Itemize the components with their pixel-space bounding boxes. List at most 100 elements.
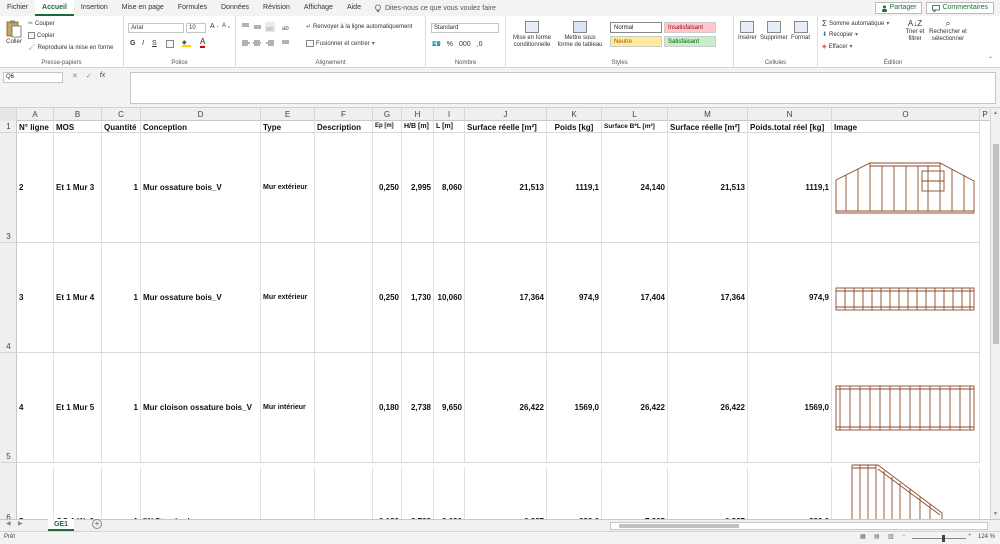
col-header-l[interactable]: L xyxy=(602,108,668,121)
row-header[interactable]: 5 xyxy=(0,353,17,463)
tell-me-box[interactable]: Dites-nous ce que vous voulez faire xyxy=(374,4,496,13)
view-normal-icon[interactable]: ▦ xyxy=(860,533,866,540)
table-cell[interactable]: Et 1 Mur 4 xyxy=(54,243,102,352)
zoom-level[interactable]: 124 % xyxy=(978,534,995,540)
table-cell[interactable]: 7,365 xyxy=(602,467,668,519)
view-layout-icon[interactable]: ▤ xyxy=(874,533,880,540)
header-cell[interactable]: Ep [m] xyxy=(373,121,402,132)
table-cell[interactable]: 0,180 xyxy=(373,353,402,462)
comments-button[interactable]: Commentaires xyxy=(926,2,994,14)
col-header-j[interactable]: J xyxy=(465,108,547,121)
horizontal-scroll-thumb[interactable] xyxy=(619,524,739,528)
table-cell[interactable]: 21,513 xyxy=(465,133,547,242)
sort-filter-button[interactable]: A↓Z Trier et filtrer xyxy=(902,20,928,43)
formula-input[interactable] xyxy=(130,72,996,104)
table-cell[interactable]: 8,060 xyxy=(434,133,465,242)
vertical-scrollbar[interactable]: ▲ ▼ xyxy=(990,108,1000,519)
table-cell[interactable]: 1569,0 xyxy=(547,353,602,462)
header-cell[interactable]: Surface réelle [m²] xyxy=(668,121,748,132)
table-cell[interactable]: 0,250 xyxy=(373,243,402,352)
wrap-text-button[interactable]: ↵ Renvoyer à la ligne automatiquement xyxy=(306,23,412,31)
fx-icon[interactable]: fx xyxy=(100,72,105,80)
table-cell[interactable] xyxy=(315,467,373,519)
cancel-icon[interactable]: ✕ xyxy=(72,72,78,80)
table-cell[interactable]: 6,337 xyxy=(465,467,547,519)
table-cell[interactable] xyxy=(315,133,373,242)
table-cell[interactable]: 5 xyxy=(17,467,54,519)
table-cell[interactable]: OG 1 W_6 xyxy=(54,467,102,519)
zoom-slider[interactable] xyxy=(912,535,966,542)
style-bad[interactable]: Insatisfaisant xyxy=(664,22,716,33)
table-cell[interactable]: Mur extérieur xyxy=(261,133,315,242)
scroll-up-icon[interactable]: ▲ xyxy=(993,110,998,116)
table-format-button[interactable]: Mettre sous forme de tableau xyxy=(556,21,604,49)
format-painter-button[interactable]: 🖌 Reproduire la mise en forme xyxy=(28,44,113,52)
col-header-e[interactable]: E xyxy=(261,108,315,121)
conditional-format-button[interactable]: Mise en forme conditionnelle xyxy=(510,21,554,49)
tab-accueil[interactable]: Accueil xyxy=(35,0,74,16)
header-cell[interactable]: Surface réelle [m²] xyxy=(465,121,547,132)
header-cell[interactable]: Image xyxy=(832,121,980,132)
table-cell[interactable]: 383,6 xyxy=(547,467,602,519)
row-header[interactable]: 6 xyxy=(0,463,17,519)
merge-center-button[interactable]: Fusionner et centrer ▾ xyxy=(306,40,375,47)
table-cell[interactable]: 1569,0 xyxy=(748,353,832,462)
autosum-button[interactable]: Σ Somme automatique ▾ xyxy=(822,19,889,28)
clear-button[interactable]: ◈ Effacer ▾ xyxy=(822,43,853,51)
font-size-select[interactable]: 10 xyxy=(186,23,206,33)
header-cell[interactable]: Quantité xyxy=(102,121,141,132)
table-cell[interactable]: 17,404 xyxy=(602,243,668,352)
table-cell[interactable]: 26,422 xyxy=(668,353,748,462)
style-normal[interactable]: Normal xyxy=(610,22,662,33)
header-cell[interactable]: H/B [m] xyxy=(402,121,434,132)
table-cell[interactable]: 974,9 xyxy=(547,243,602,352)
wall-frame-low-image[interactable] xyxy=(832,243,980,353)
tab-donnees[interactable]: Données xyxy=(214,0,256,16)
number-format-select[interactable]: Standard xyxy=(431,23,499,33)
table-cell[interactable]: Mur cloison ossature bois_V xyxy=(141,353,261,462)
table-cell[interactable]: 6,337 xyxy=(668,467,748,519)
shrink-font-button[interactable]: Av xyxy=(222,23,230,29)
table-cell[interactable] xyxy=(315,243,373,352)
table-cell[interactable]: Et 1 Mur 5 xyxy=(54,353,102,462)
row-header[interactable]: 3 xyxy=(0,133,17,243)
table-cell[interactable]: 17,364 xyxy=(668,243,748,352)
table-cell[interactable]: 21,513 xyxy=(668,133,748,242)
table-cell[interactable]: 1,730 xyxy=(402,243,434,352)
table-cell[interactable]: 9,650 xyxy=(434,353,465,462)
header-cell[interactable]: Description xyxy=(315,121,373,132)
borders-button[interactable] xyxy=(166,40,174,48)
table-cell[interactable]: 26,422 xyxy=(465,353,547,462)
scroll-down-icon[interactable]: ▼ xyxy=(993,511,998,517)
sheet-tab-ge1[interactable]: GE1 xyxy=(48,519,74,531)
col-header-a[interactable]: A xyxy=(17,108,54,121)
col-header-o[interactable]: O xyxy=(832,108,980,121)
header-cell[interactable]: L [m] xyxy=(434,121,465,132)
tab-formules[interactable]: Formules xyxy=(171,0,214,16)
table-cell[interactable]: 17,364 xyxy=(465,243,547,352)
col-header-k[interactable]: K xyxy=(547,108,602,121)
table-cell[interactable]: Et 1 Mur 3 xyxy=(54,133,102,242)
paste-button[interactable]: Coller xyxy=(6,20,22,45)
header-cell[interactable]: Surface B*L [m²] xyxy=(602,121,668,132)
select-all-corner[interactable] xyxy=(0,108,17,121)
header-cell[interactable]: N° ligne xyxy=(17,121,54,132)
share-button[interactable]: Partager xyxy=(874,2,923,14)
table-cell[interactable]: 24,140 xyxy=(602,133,668,242)
tab-fichier[interactable]: Fichier xyxy=(0,0,35,16)
row-header[interactable]: 4 xyxy=(0,243,17,353)
table-cell[interactable] xyxy=(315,353,373,462)
zoom-out-icon[interactable]: − xyxy=(902,533,906,539)
tab-aide[interactable]: Aide xyxy=(340,0,368,16)
col-header-f[interactable]: F xyxy=(315,108,373,121)
table-cell[interactable]: Mur ossature bois_V xyxy=(141,243,261,352)
plus-icon[interactable]: + xyxy=(92,519,102,529)
table-cell[interactable]: 10,060 xyxy=(434,243,465,352)
table-cell[interactable]: 26,422 xyxy=(602,353,668,462)
tab-affichage[interactable]: Affichage xyxy=(297,0,340,16)
zoom-slider-thumb[interactable] xyxy=(942,535,945,542)
sheet-nav-left-icon[interactable]: ◀ xyxy=(6,520,11,527)
underline-button[interactable]: S xyxy=(152,40,157,47)
italic-button[interactable]: I xyxy=(142,40,144,47)
col-header-g[interactable]: G xyxy=(373,108,402,121)
